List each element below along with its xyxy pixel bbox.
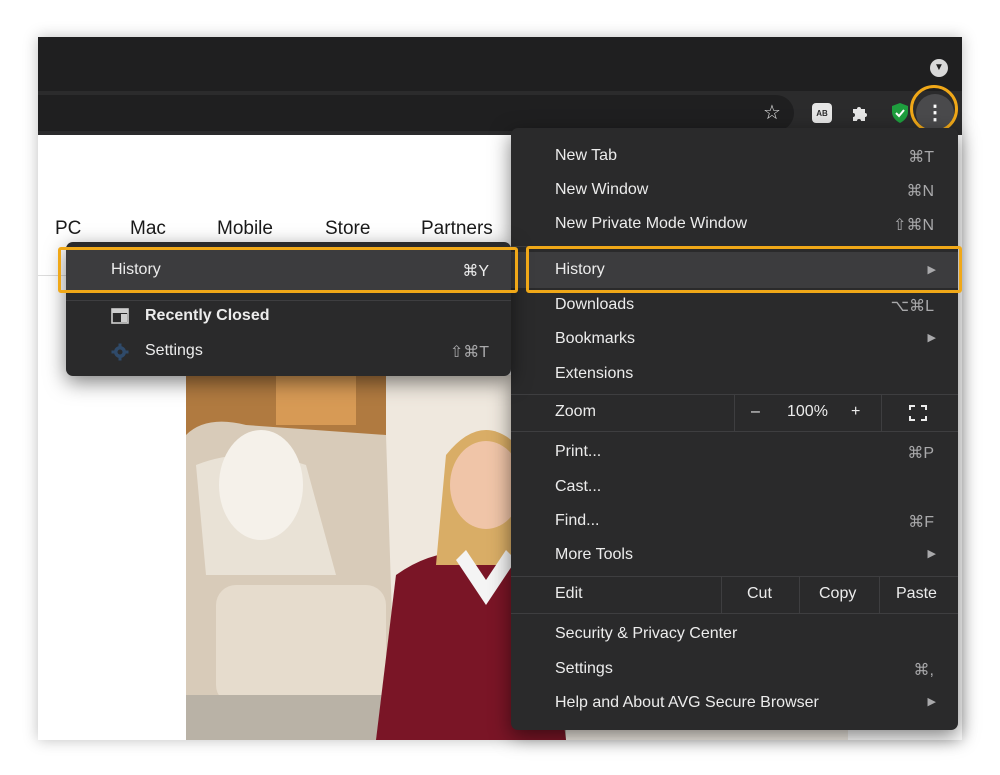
menu-shortcut: ⌘T [908, 149, 934, 166]
menu-label: Extensions [555, 365, 634, 382]
tab-search-icon[interactable]: ▼ [930, 59, 948, 77]
menu-new-tab[interactable]: New Tab ⌘T [511, 139, 958, 173]
menu-settings[interactable]: Settings ⌘, [511, 652, 958, 686]
menu-separator [511, 613, 958, 614]
menu-label: Security & Privacy Center [555, 625, 738, 642]
submenu-label: Recently Closed [145, 307, 270, 324]
zoom-in-button[interactable]: + [851, 403, 860, 421]
menu-security-privacy-center[interactable]: Security & Privacy Center [511, 617, 958, 651]
edit-divider [879, 577, 880, 613]
menu-label: Print... [555, 443, 602, 460]
menu-shortcut: ⌘P [907, 445, 934, 462]
menu-more-tools[interactable]: More Tools ▶ [511, 538, 958, 572]
menu-new-window[interactable]: New Window ⌘N [511, 173, 958, 207]
nav-pc[interactable]: PC [55, 218, 81, 240]
nav-mobile[interactable]: Mobile [217, 218, 273, 240]
submenu-label: Settings [145, 342, 203, 359]
zoom-level: 100% [787, 403, 828, 420]
tab-strip: ▼ [38, 37, 962, 91]
submenu-arrow-icon: ▶ [927, 332, 936, 344]
menu-label: New Window [555, 181, 649, 198]
menu-label: Zoom [555, 403, 596, 420]
menu-extensions[interactable]: Extensions [511, 357, 958, 391]
extensions-puzzle-icon[interactable] [846, 99, 874, 127]
menu-zoom: Zoom – 100% + [511, 395, 958, 431]
menu-help-about[interactable]: Help and About AVG Secure Browser ▶ [511, 686, 958, 720]
fullscreen-icon[interactable] [909, 405, 927, 421]
nav-partners[interactable]: Partners [421, 218, 493, 240]
menu-label: New Tab [555, 147, 617, 164]
menu-downloads[interactable]: Downloads ⌥⌘L [511, 288, 958, 322]
menu-bookmarks[interactable]: Bookmarks ▶ [511, 322, 958, 356]
zoom-out-button[interactable]: – [751, 403, 760, 421]
menu-label: Bookmarks [555, 330, 636, 347]
paste-button[interactable]: Paste [896, 585, 937, 603]
menu-label: New Private Mode Window [555, 215, 748, 232]
menu-cast[interactable]: Cast... [511, 470, 958, 504]
copy-button[interactable]: Copy [819, 585, 856, 603]
menu-label: Downloads [555, 296, 635, 313]
menu-print[interactable]: Print... ⌘P [511, 435, 958, 469]
menu-new-private-window[interactable]: New Private Mode Window ⇧⌘N [511, 207, 958, 241]
zoom-divider [734, 395, 735, 431]
menu-shortcut: ⇧⌘N [893, 217, 934, 234]
submenu-settings[interactable]: Settings ⇧⌘T [66, 334, 511, 368]
menu-shortcut: ⌘, [913, 662, 934, 679]
menu-shortcut: ⌘N [906, 183, 934, 200]
address-bar[interactable]: ☆ [38, 95, 794, 131]
menu-shortcut: ⌘F [908, 514, 934, 531]
menu-label: Cast... [555, 478, 602, 495]
submenu-shortcut: ⇧⌘T [449, 344, 489, 361]
edit-divider [799, 577, 800, 613]
menu-label: Help and About AVG Secure Browser [555, 694, 819, 711]
adblock-label: AB [812, 103, 832, 123]
cut-button[interactable]: Cut [747, 585, 772, 603]
main-menu: New Tab ⌘T New Window ⌘N New Private Mod… [511, 128, 958, 730]
submenu-recently-closed[interactable]: Recently Closed [66, 299, 511, 333]
nav-store[interactable]: Store [325, 218, 370, 240]
menu-edit: Edit Cut Copy Paste [511, 577, 958, 613]
adblock-icon[interactable]: AB [808, 99, 836, 127]
menu-shortcut: ⌥⌘L [890, 298, 934, 315]
gear-icon [111, 343, 129, 361]
menu-label: Settings [555, 660, 613, 677]
menu-find[interactable]: Find... ⌘F [511, 504, 958, 538]
menu-label: More Tools [555, 546, 633, 563]
edit-divider [721, 577, 722, 613]
nav-mac[interactable]: Mac [130, 218, 166, 240]
submenu-arrow-icon: ▶ [927, 548, 936, 560]
menu-label: Find... [555, 512, 600, 529]
window-icon [111, 308, 129, 324]
submenu-arrow-icon: ▶ [927, 696, 936, 708]
menu-button-highlight [910, 85, 958, 133]
menu-separator [511, 431, 958, 432]
menu-label: Edit [555, 585, 583, 602]
zoom-divider [881, 395, 882, 431]
menu-history-highlight [526, 246, 962, 293]
submenu-history-highlight [58, 247, 518, 293]
bookmark-star-icon[interactable]: ☆ [760, 101, 784, 125]
